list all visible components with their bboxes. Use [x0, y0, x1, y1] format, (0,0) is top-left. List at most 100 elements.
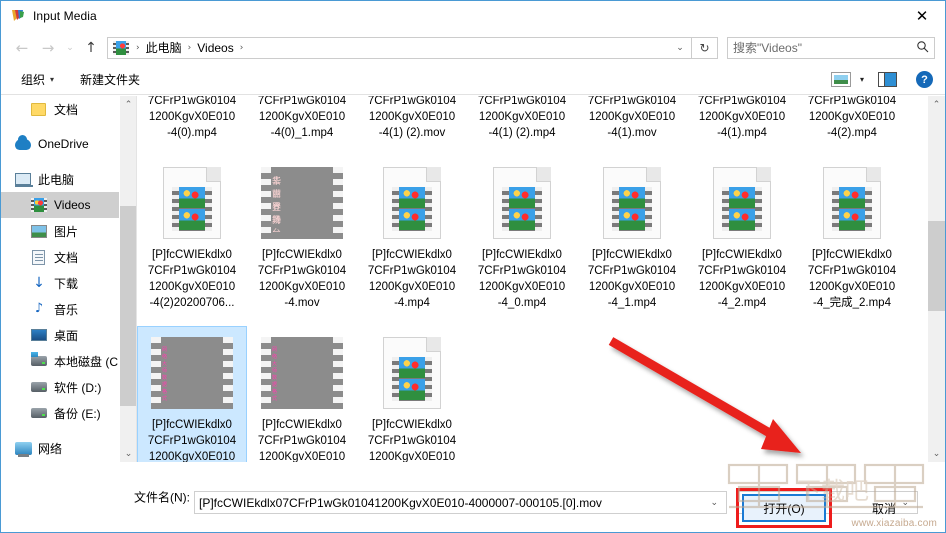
file-item[interactable]: [P]fcCWIEkdlx07CFrP1wGk01041200KgvX0E010…	[357, 96, 467, 156]
file-name-line: 1200KgvX0E010	[258, 281, 346, 293]
forward-button[interactable]: →	[35, 36, 61, 60]
music-icon: ♪	[34, 301, 44, 316]
sidebar-item-3[interactable]: 此电脑	[1, 166, 119, 192]
organize-button[interactable]: 组织 ▾	[15, 68, 60, 92]
file-name-line: [P]fcCWIEkdlx0	[592, 249, 672, 261]
file-item[interactable]: [P]fcCWIEkdlx07CFrP1wGk01041200KgvX0E010…	[247, 96, 357, 156]
video-folder-icon	[31, 197, 47, 213]
file-list-view[interactable]: [P]fcCWIEkdlx0 7CFrP1wGk0104 1200KgvX0E010…	[136, 96, 945, 462]
file-item[interactable]: 网络大师数据格式后缀名而里我到的的那手 [P]fcCWIEkdlx0 7CFrP1w…	[247, 326, 357, 462]
file-name-line: [P]fcCWIEkdlx0	[372, 419, 452, 431]
scroll-up-icon[interactable]: ⌃	[120, 96, 137, 113]
sidebar-item-9[interactable]: 桌面	[1, 322, 119, 348]
file-name-line: 1200KgvX0E010	[588, 111, 676, 123]
file-name-line: [P]fcCWIEkdlx0	[152, 249, 232, 261]
up-button[interactable]: ↑	[79, 36, 103, 60]
new-folder-button[interactable]: 新建文件夹	[74, 68, 146, 92]
sidebar-item-7[interactable]: ↓ 下载	[1, 270, 119, 296]
breadcrumb-this-pc[interactable]: 此电脑	[144, 39, 184, 56]
file-item[interactable]: HOLD ONHOLD ON[P]fcCWIEkdlx07CFrP1wGk010…	[577, 96, 687, 156]
video-thumbnail: 网络大师数据格式后缀名而里我到的的那手	[151, 337, 233, 409]
file-item[interactable]: [P]fcCWIEkdlx07CFrP1wGk01041200KgvX0E010…	[467, 156, 577, 326]
back-button[interactable]: ←	[9, 36, 35, 60]
file-item[interactable]: 网络大师数据格式后缀名而里我到的的那手 [P]fcCWIEkdlx0 7CFrP1w…	[137, 326, 247, 462]
chevron-down-icon[interactable]: ⌄	[706, 498, 722, 508]
scrollbar-thumb[interactable]	[120, 206, 137, 406]
navigation-tree: Videos文档OneDrive此电脑Videos图片文档↓下载♪音乐桌面本地磁…	[1, 96, 119, 461]
sidebar-item-1[interactable]: 文档	[1, 96, 119, 122]
file-name-line: 1200KgvX0E010	[148, 281, 236, 293]
videos-folder-icon	[113, 40, 129, 56]
file-item[interactable]: [P]fcCWIEkdlx07CFrP1wGk01041200KgvX0E010…	[357, 326, 467, 462]
search-box[interactable]: 搜索"Videos"	[727, 36, 935, 59]
file-item[interactable]: [P]fcCWIEkdlx07CFrP1wGk01041200KgvX0E010…	[797, 96, 907, 156]
sidebar-item-5[interactable]: 图片	[1, 218, 119, 244]
close-icon[interactable]: ✕	[899, 1, 945, 30]
file-name-line: -4(1).mov	[607, 127, 657, 139]
sidebar-item-8[interactable]: ♪ 音乐	[1, 296, 119, 322]
sidebar-item-13[interactable]: 网络	[1, 435, 119, 461]
help-icon[interactable]: ?	[916, 71, 933, 88]
file-item[interactable]: [P]fcCWIEkdlx07CFrP1wGk01041200KgvX0E010…	[137, 96, 247, 156]
sidebar-item-11[interactable]: 软件 (D:)	[1, 374, 119, 400]
file-name-line: -4(2)20200706...	[149, 297, 235, 309]
refresh-icon[interactable]: ↻	[692, 36, 718, 59]
sidebar-item-6[interactable]: 文档	[1, 244, 119, 270]
file-grid: [P]fcCWIEkdlx0 7CFrP1wGk0104 1200KgvX0E010…	[137, 96, 929, 462]
file-name-label: [P]fcCWIEkdlx07CFrP1wGk01041200KgvX0E010…	[690, 96, 794, 141]
file-thumbnail: 网络大师数据格式后缀名而里我到的的那手	[254, 332, 350, 414]
drive-icon	[31, 405, 47, 421]
open-button[interactable]: 打开(O)	[742, 494, 826, 522]
file-name-line: -4_完成_2.mp4	[813, 297, 891, 309]
file-name-label: [P]fcCWIEkdlx07CFrP1wGk01041200KgvX0E010…	[360, 96, 464, 141]
sidebar-item-4[interactable]: Videos	[1, 192, 119, 218]
file-name-line: 1200KgvX0E010	[588, 281, 676, 293]
video-file-icon	[383, 167, 441, 239]
file-name-line: -4(1) (2).mov	[378, 127, 446, 139]
file-name-line: 7CFrP1wGk0104	[807, 96, 897, 107]
scroll-down-icon[interactable]: ⌄	[928, 445, 945, 462]
sidebar-item-2[interactable]: OneDrive	[1, 131, 119, 157]
file-item[interactable]: [P]fcCWIEkdlx07CFrP1wGk01041200KgvX0E010…	[687, 156, 797, 326]
filename-input[interactable]: [P]fcCWIEkdlx07CFrP1wGk01041200KgvX0E010…	[194, 491, 727, 514]
scrollbar-thumb[interactable]	[928, 221, 945, 311]
breadcrumb-videos[interactable]: Videos	[195, 41, 235, 55]
view-layout-icon[interactable]	[830, 72, 851, 87]
file-item[interactable]: [P]fcCWIEkdlx07CFrP1wGk01041200KgvX0E010…	[687, 96, 797, 156]
chevron-down-icon[interactable]: ▾	[860, 75, 864, 84]
file-name-line: 7CFrP1wGk0104	[587, 265, 677, 277]
file-item[interactable]: [P]fcCWIEkdlx07CFrP1wGk01041200KgvX0E010…	[357, 156, 467, 326]
preview-pane-icon[interactable]	[878, 72, 897, 87]
file-name-line: 1200KgvX0E010	[258, 111, 346, 123]
recent-locations-icon[interactable]: ⌄	[61, 36, 79, 60]
file-item[interactable]: [P]fcCWIEkdlx07CFrP1wGk01041200KgvX0E010…	[137, 156, 247, 326]
network-icon	[15, 440, 32, 457]
file-item[interactable]: [P]fcCWIEkdlx07CFrP1wGk01041200KgvX0E010…	[467, 96, 577, 156]
filename-value[interactable]: [P]fcCWIEkdlx07CFrP1wGk01041200KgvX0E010…	[199, 496, 706, 510]
filelist-scrollbar[interactable]: ⌃ ⌄	[928, 96, 945, 462]
file-name-label: [P]fcCWIEkdlx07CFrP1wGk01041200KgvX0E010…	[250, 247, 354, 311]
file-name-line: 7CFrP1wGk0104	[367, 265, 457, 277]
scroll-down-icon[interactable]: ⌄	[120, 445, 137, 462]
chevron-down-icon: ▾	[50, 75, 55, 84]
file-name-line: 7CFrP1wGk0104	[257, 265, 347, 277]
organize-label: 组织	[21, 73, 46, 87]
sidebar-scrollbar[interactable]: ⌃ ⌄	[119, 96, 137, 462]
sidebar-item-12[interactable]: 备份 (E:)	[1, 400, 119, 426]
file-name-line: -4(0)_1.mp4	[270, 127, 334, 139]
file-item[interactable]: 去世界舞台华丽登场 [P]fcCWIEkdlx0 7CFrP1wGk0104 1200…	[247, 156, 357, 326]
scroll-up-icon[interactable]: ⌃	[928, 96, 945, 113]
file-thumbnail	[474, 162, 570, 244]
address-dropdown-icon[interactable]: ⌄	[671, 43, 689, 53]
file-item[interactable]: [P]fcCWIEkdlx0 7CFrP1wGk0104 1200KgvX0E010…	[577, 156, 687, 326]
file-name-label: [P]fcCWIEkdlx07CFrP1wGk01041200KgvX0E010…	[580, 96, 684, 141]
file-name-label: [P]fcCWIEkdlx07CFrP1wGk01041200KgvX0E010…	[690, 247, 794, 311]
cloud-icon	[15, 135, 31, 152]
video-file-icon	[823, 167, 881, 239]
file-item[interactable]: [P]fcCWIEkdlx07CFrP1wGk01041200KgvX0E010…	[797, 156, 907, 326]
search-input[interactable]: 搜索"Videos"	[733, 39, 916, 56]
sidebar-item-10[interactable]: 本地磁盘 (C:)	[1, 348, 119, 374]
address-bar[interactable]: › 此电脑 › Videos › ⌄	[107, 36, 692, 59]
file-thumbnail	[694, 162, 790, 244]
